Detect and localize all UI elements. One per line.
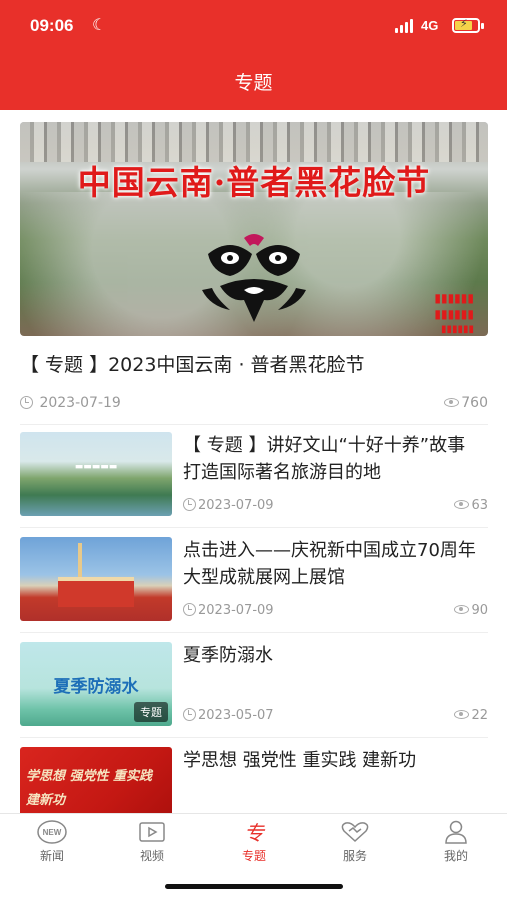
item-title: 学思想 强党性 重实践 建新功	[183, 750, 417, 771]
nav-label: 新闻	[39, 849, 64, 863]
svg-text:专: 专	[244, 821, 266, 844]
nav-label: 我的	[443, 849, 468, 863]
eye-icon	[454, 500, 470, 509]
hero-image[interactable]: 中国云南·普者黑花脸节 ▮▮▮▮▮▮ ▮▮▮▮▮▮ ▮▮▮▮▮▮	[20, 122, 488, 336]
hero-stamp: ▮▮▮▮▮▮ ▮▮▮▮▮▮ ▮▮▮▮▮▮	[434, 291, 474, 335]
hero-meta: 2023-07-19 760	[20, 395, 488, 415]
item-thumbnail: 夏季防溺水 专题	[20, 642, 172, 726]
topic-icon: 专	[239, 820, 269, 845]
nav-topic[interactable]: 专 专题	[224, 820, 284, 870]
thumb-text: 夏季防溺水	[53, 677, 139, 697]
profile-icon	[441, 820, 471, 844]
do-not-disturb-icon: ☾	[92, 15, 107, 34]
network-label: 4G	[421, 18, 439, 33]
item-meta: 2023-07-09 63	[183, 498, 488, 516]
list-item[interactable]: 点击进入——庆祝新中国成立70周年大型成就展网上展馆 2023-07-09 90	[20, 537, 488, 621]
divider	[20, 527, 488, 528]
video-icon	[137, 820, 167, 844]
item-thumbnail: 学思想 强党性 重实践 建新功	[20, 747, 172, 813]
eye-icon	[444, 398, 460, 407]
nav-label: 服务	[342, 849, 367, 863]
signal-icon	[395, 19, 415, 33]
item-meta: 2023-07-09 90	[183, 603, 488, 621]
item-thumbnail: ▬▬▬▬▬	[20, 432, 172, 516]
divider	[20, 737, 488, 738]
item-title: 夏季防溺水	[183, 645, 273, 666]
item-thumbnail	[20, 537, 172, 621]
nav-label: 视频	[139, 849, 164, 863]
battery-icon: ⚡	[452, 17, 480, 33]
thumb-text: 学思想 强党性 重实践 建新功	[26, 769, 153, 808]
divider	[20, 424, 488, 425]
thumb-tag: 专题	[134, 702, 168, 722]
clock-icon	[183, 498, 196, 511]
list-item[interactable]: 夏季防溺水 专题 夏季防溺水 2023-05-07 22	[20, 642, 488, 726]
news-icon: NEW	[37, 820, 67, 844]
nav-video[interactable]: 视频	[122, 820, 182, 870]
nav-news[interactable]: NEW 新闻	[22, 820, 82, 870]
status-time: 09:06	[30, 16, 74, 35]
item-meta: 2023-05-07 22	[183, 708, 488, 726]
hero-views: 760	[461, 395, 488, 411]
item-views: 90	[471, 603, 488, 618]
hero-title[interactable]: 【 专题 】2023中国云南 · 普者黑花脸节	[20, 350, 488, 377]
clock-icon	[20, 396, 33, 409]
item-date: 2023-05-07	[198, 708, 274, 723]
divider	[20, 632, 488, 633]
item-views: 22	[471, 708, 488, 723]
eye-icon	[454, 710, 470, 719]
clock-icon	[183, 708, 196, 721]
topic-feed[interactable]: 中国云南·普者黑花脸节 ▮▮▮▮▮▮ ▮▮▮▮▮▮ ▮▮▮▮▮▮ 【 专题 】202…	[0, 110, 507, 813]
item-date: 2023-07-09	[198, 603, 274, 618]
hero-date: 2023-07-19	[39, 395, 121, 411]
svg-text:NEW: NEW	[43, 828, 62, 837]
eye-icon	[454, 605, 470, 614]
nav-label: 专题	[241, 849, 266, 863]
page-title: 专题	[234, 72, 273, 94]
opera-mask-logo	[202, 234, 306, 322]
item-title: 点击进入——庆祝新中国成立70周年大型成就展网上展馆	[183, 540, 476, 588]
clock-icon	[183, 603, 196, 616]
nav-service[interactable]: 服务	[325, 820, 385, 870]
home-indicator[interactable]	[165, 884, 343, 889]
item-title: 【 专题 】讲好文山“十好十养”故事 打造国际著名旅游目的地	[183, 435, 466, 483]
item-views: 63	[471, 498, 488, 513]
status-bar: 09:06 ☾ 4G ⚡	[0, 0, 507, 52]
hero-image-text: 中国云南·普者黑花脸节	[77, 163, 431, 202]
list-item[interactable]: 学思想 强党性 重实践 建新功 学思想 强党性 重实践 建新功	[20, 747, 488, 813]
service-icon	[340, 820, 370, 844]
nav-profile[interactable]: 我的	[426, 820, 486, 870]
list-item[interactable]: ▬▬▬▬▬ 【 专题 】讲好文山“十好十养”故事 打造国际著名旅游目的地 202…	[20, 432, 488, 516]
app-header: 09:06 ☾ 4G ⚡ 专题	[0, 0, 507, 110]
item-date: 2023-07-09	[198, 498, 274, 513]
